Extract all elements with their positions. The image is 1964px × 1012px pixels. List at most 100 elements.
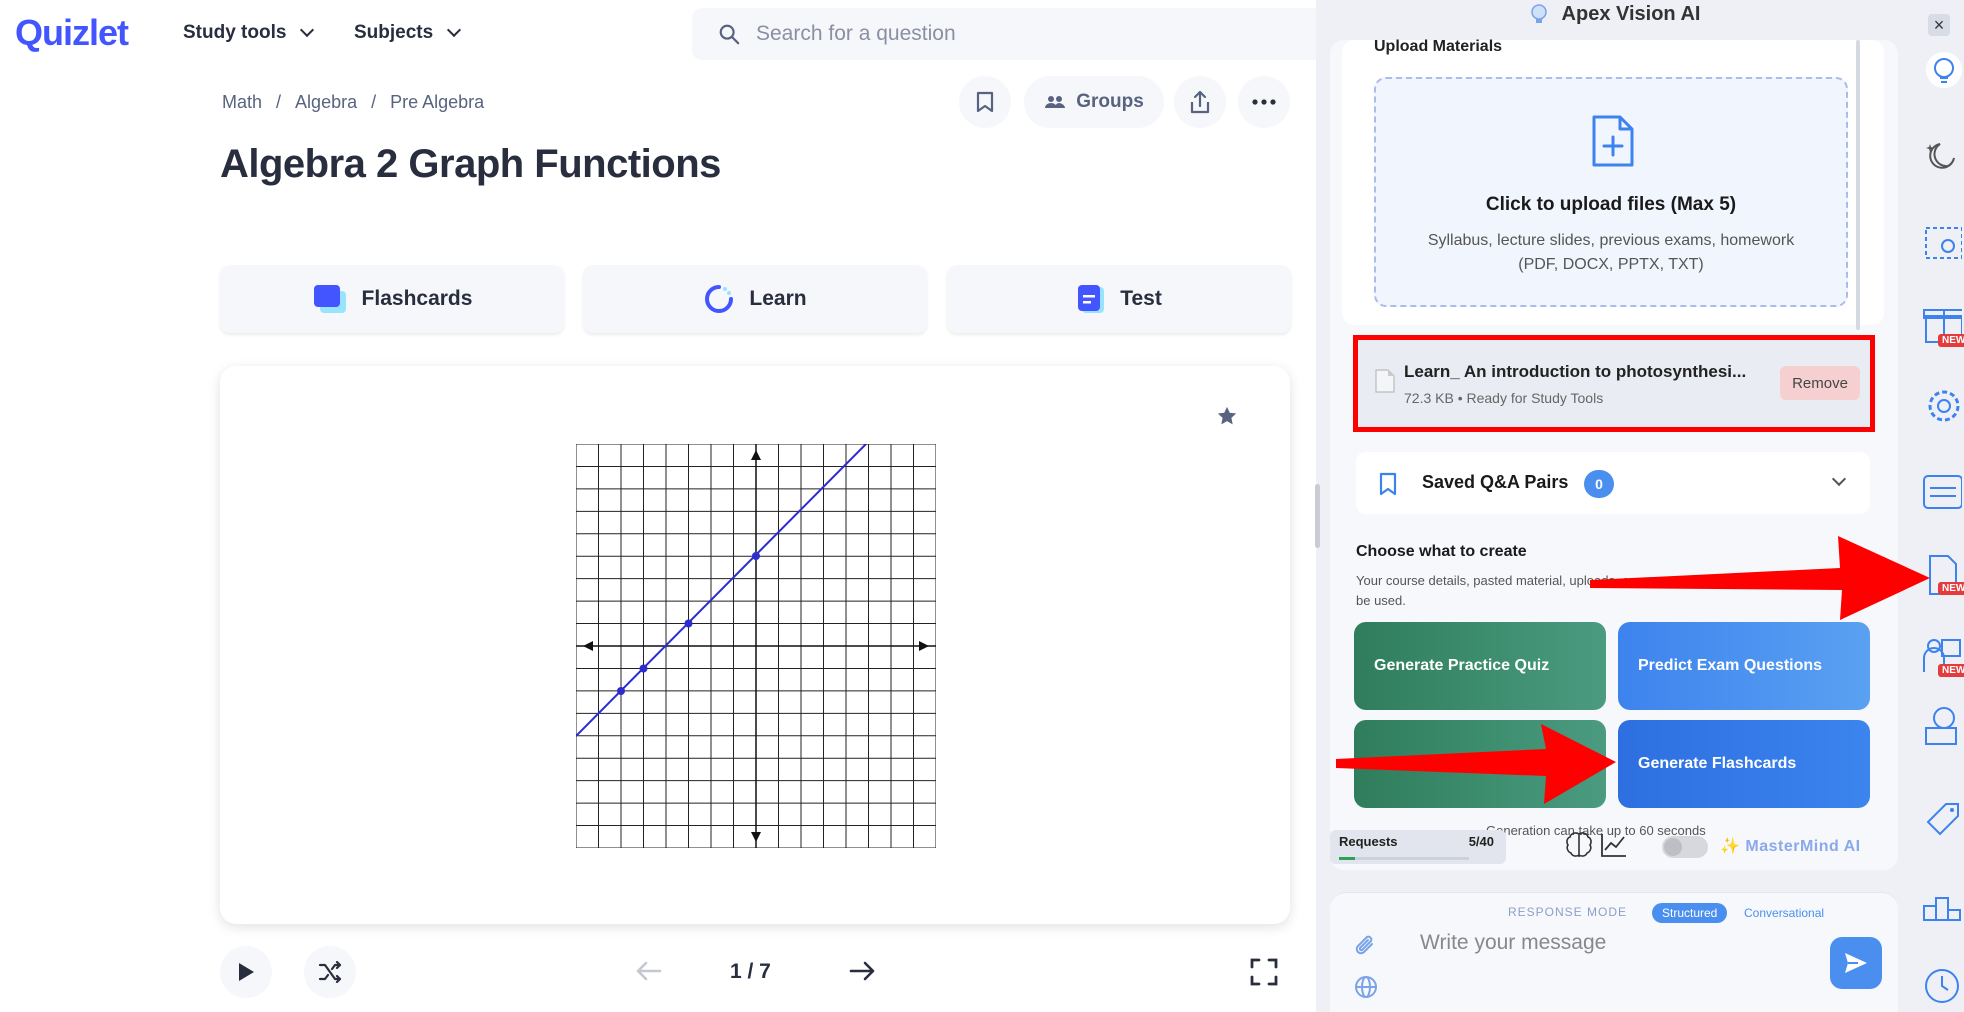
- file-name: Learn_ An introduction to photosynthesi.…: [1404, 362, 1747, 381]
- new-badge: NEW: [1938, 334, 1964, 347]
- choose-title: Choose what to create: [1356, 543, 1527, 560]
- bookmark-icon: [1379, 472, 1397, 496]
- study-tools-menu[interactable]: Study tools: [183, 22, 315, 44]
- message-input[interactable]: Write your message: [1420, 931, 1606, 955]
- fullscreen-icon: [1250, 958, 1278, 986]
- lightbulb-icon: [1530, 4, 1547, 23]
- generate-practice-quiz-button[interactable]: Generate Practice Quiz: [1354, 622, 1606, 710]
- globe-icon[interactable]: [1354, 975, 1378, 999]
- test-label: Test: [1120, 287, 1162, 310]
- response-mode-label: RESPONSE MODE: [1508, 905, 1628, 919]
- breadcrumb-separator: /: [276, 92, 282, 112]
- study-bulb-icon[interactable]: [1914, 700, 1962, 748]
- podium-icon[interactable]: [1914, 880, 1962, 928]
- panel-resize-handle[interactable]: [1315, 484, 1320, 548]
- bookmark-button[interactable]: [959, 76, 1011, 128]
- top-nav: Quizlet Study tools Subjects Search for …: [0, 0, 1316, 70]
- lightbulb-icon[interactable]: [1914, 46, 1962, 94]
- choose-subtitle: Your course details, pasted material, up…: [1356, 571, 1666, 611]
- choose-subtitle-line2: be used.: [1356, 593, 1406, 608]
- next-card-button[interactable]: [847, 956, 877, 986]
- arrow-left-icon: [636, 961, 662, 981]
- generate-flashcards-button[interactable]: Generate Flashcards: [1618, 720, 1870, 808]
- graph-image: [576, 444, 936, 848]
- requests-label: Requests: [1339, 834, 1398, 849]
- search-icon: [719, 24, 740, 45]
- uploaded-file-item: Learn_ An introduction to photosynthesi.…: [1353, 335, 1875, 432]
- send-button[interactable]: [1830, 937, 1882, 989]
- requests-progress-bar: [1339, 857, 1469, 860]
- requests-progress-fill: [1339, 857, 1356, 860]
- choose-subtitle-line1: Your course details, pasted material, up…: [1356, 573, 1634, 588]
- groups-icon: [1045, 96, 1066, 108]
- close-button[interactable]: ×: [1928, 14, 1950, 36]
- brain-icon[interactable]: [1564, 830, 1594, 860]
- chart-line-icon[interactable]: [1600, 832, 1628, 858]
- share-button[interactable]: [1174, 76, 1226, 128]
- sliders-icon[interactable]: [1914, 466, 1962, 514]
- conversational-mode-button[interactable]: Conversational: [1734, 903, 1834, 923]
- send-icon: [1845, 953, 1867, 973]
- screenshot-icon[interactable]: [1914, 216, 1962, 264]
- dropzone-subtitle-line1: Syllabus, lecture slides, previous exams…: [1427, 232, 1795, 249]
- structured-mode-button[interactable]: Structured: [1652, 903, 1728, 923]
- document-icon: [1375, 369, 1395, 393]
- chevron-down-icon: [300, 22, 315, 38]
- mastermind-label: ✨ MasterMind AI: [1720, 838, 1861, 855]
- search-input[interactable]: Search for a question: [692, 8, 1316, 60]
- breadcrumb-algebra[interactable]: Algebra: [295, 92, 357, 113]
- generate-study-guide-button[interactable]: [1354, 720, 1606, 808]
- play-button[interactable]: [220, 946, 272, 998]
- apex-header: Apex Vision AI: [1316, 0, 1910, 28]
- previous-card-button[interactable]: [634, 956, 664, 986]
- requests-value: 5/40: [1468, 834, 1494, 849]
- fullscreen-button[interactable]: [1250, 958, 1278, 986]
- breadcrumb: Math / Algebra / Pre Algebra: [222, 92, 484, 113]
- groups-button[interactable]: Groups: [1024, 76, 1164, 128]
- breadcrumb-separator: /: [371, 92, 377, 112]
- bookmark-icon: [976, 91, 994, 113]
- search-placeholder: Search for a question: [756, 22, 956, 45]
- apex-panel: Apex Vision AI Upload Materials Click to…: [1316, 0, 1910, 1012]
- requests-meter: Requests 5/40: [1330, 830, 1506, 864]
- shuffle-button[interactable]: [304, 946, 356, 998]
- saved-qa-pairs-section[interactable]: Saved Q&A Pairs 0: [1356, 452, 1870, 514]
- predict-exam-questions-button[interactable]: Predict Exam Questions: [1618, 622, 1870, 710]
- breadcrumb-math[interactable]: Math: [222, 92, 262, 113]
- flashcards-label: Flashcards: [361, 287, 473, 310]
- upload-dropzone[interactable]: Click to upload files (Max 5) Syllabus, …: [1374, 77, 1848, 307]
- dropzone-subtitle-line2: (PDF, DOCX, PPTX, TXT): [1518, 256, 1704, 273]
- moon-icon[interactable]: [1914, 132, 1962, 180]
- mastermind-toggle[interactable]: [1662, 836, 1708, 858]
- more-horizontal-icon: [1252, 99, 1276, 105]
- test-mode-button[interactable]: Test: [947, 265, 1291, 333]
- learn-label: Learn: [749, 287, 807, 310]
- saved-qa-pairs-label: Saved Q&A Pairs: [1422, 472, 1569, 492]
- quizlet-logo[interactable]: Quizlet: [15, 12, 129, 54]
- quizlet-page: Quizlet Study tools Subjects Search for …: [0, 0, 1316, 1012]
- paperclip-icon[interactable]: [1354, 933, 1378, 959]
- flashcards-mode-button[interactable]: Flashcards: [220, 265, 564, 333]
- test-icon: [1078, 285, 1105, 313]
- dropzone-subtitle: Syllabus, lecture slides, previous exams…: [1376, 229, 1846, 277]
- new-badge: NEW: [1938, 582, 1964, 595]
- flashcards-icon: [313, 285, 346, 313]
- dropzone-title: Click to upload files (Max 5): [1485, 194, 1737, 215]
- remove-file-button[interactable]: Remove: [1780, 366, 1860, 400]
- page-title: Algebra 2 Graph Functions: [220, 142, 721, 186]
- subjects-label: Subjects: [354, 22, 434, 43]
- star-icon[interactable]: [1216, 405, 1238, 427]
- learn-mode-button[interactable]: Learn: [583, 265, 927, 333]
- price-tag-icon[interactable]: [1914, 796, 1962, 844]
- message-composer: RESPONSE MODE Structured Conversational …: [1330, 892, 1898, 1012]
- tool-rail: × NEW NEW NEW: [1910, 0, 1964, 1012]
- scrollbar[interactable]: [1856, 40, 1860, 330]
- upload-materials-label: Upload Materials: [1374, 38, 1503, 55]
- subjects-menu[interactable]: Subjects: [354, 22, 462, 44]
- breadcrumb-pre-algebra[interactable]: Pre Algebra: [390, 92, 484, 113]
- history-icon[interactable]: [1914, 960, 1962, 1008]
- gear-icon[interactable]: [1914, 382, 1962, 430]
- file-meta: 72.3 KB • Ready for Study Tools: [1404, 390, 1604, 406]
- saved-count-badge: 0: [1584, 470, 1614, 498]
- more-options-button[interactable]: [1238, 76, 1290, 128]
